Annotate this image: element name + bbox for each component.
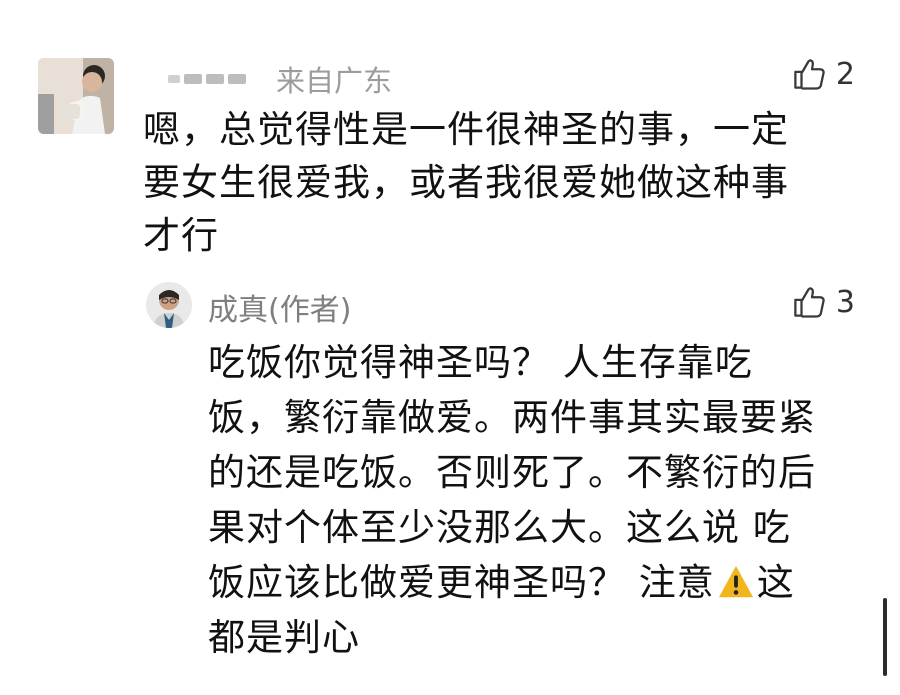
reply-line-4: 果对个体至少没那么大。这么说 吃 (208, 506, 791, 549)
author-avatar[interactable] (146, 282, 192, 328)
reply-line-3: 的还是吃饭。否则死了。不繁衍的后 (208, 451, 816, 494)
reply-text: 吃饭你觉得神圣吗？ 人生存靠吃 饭，繁衍靠做爱。两件事其实最要紧 的还是吃饭。否… (208, 335, 848, 665)
commenter-name-area: 来自广东 (168, 58, 392, 100)
author-avatar-image (146, 282, 192, 328)
comment-like-button[interactable]: 2 (791, 57, 855, 92)
comment-location: 来自广东 (276, 64, 393, 98)
vertical-scrollbar[interactable] (883, 598, 887, 676)
reply-author-name[interactable]: 成真(作者) (208, 285, 351, 329)
reply-line-5-before-icon: 饭应该比做爱更神圣吗？ 注意 (208, 561, 715, 604)
reply-line-1: 吃饭你觉得神圣吗？ 人生存靠吃 (208, 341, 753, 384)
reply-line-5-after-icon: 这 (756, 561, 795, 604)
reply-line-6: 都是判心 (208, 616, 360, 659)
reply-line-2: 饭，繁衍靠做爱。两件事其实最要紧 (208, 396, 816, 439)
commenter-avatar-image (38, 58, 114, 134)
blurred-username (168, 74, 246, 84)
commenter-avatar[interactable] (38, 58, 114, 134)
comment-like-count: 2 (835, 57, 855, 92)
comment-text: 嗯，总觉得性是一件很神圣的事，一定 要女生很爱我，或者我很爱她做这种事 才行 (143, 108, 789, 257)
warning-icon (718, 565, 753, 598)
thumbs-up-icon (794, 287, 825, 318)
reply-like-button[interactable]: 3 (791, 285, 855, 320)
reply-like-count: 3 (835, 285, 855, 320)
thumbs-up-icon (794, 59, 825, 90)
